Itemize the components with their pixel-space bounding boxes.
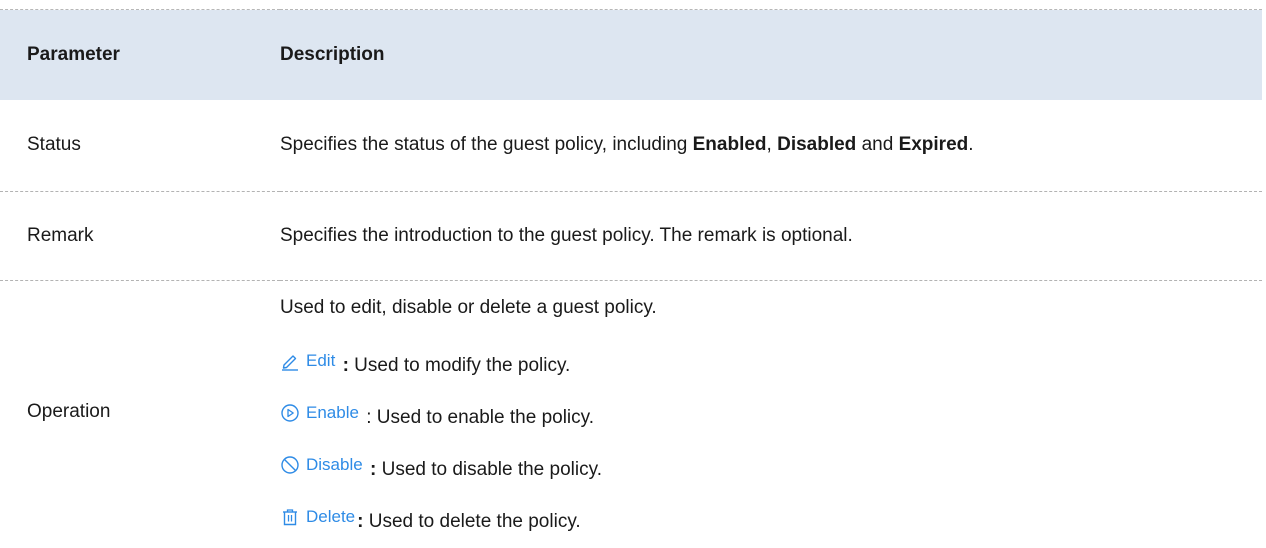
edit-text: Used to modify the policy.	[348, 355, 571, 376]
param-remark: Remark	[27, 225, 94, 246]
desc-operation: Used to edit, disable or delete a guest …	[280, 281, 1262, 544]
operation-item-enable: Enable : Used to enable the policy.	[280, 387, 1262, 439]
status-value-disabled: Disabled	[777, 134, 857, 156]
enable-text: Used to enable the policy.	[371, 407, 595, 428]
table-row: Operation Used to edit, disable or delet…	[0, 281, 1262, 544]
delete-icon	[283, 509, 297, 526]
enable-sep: :	[360, 407, 372, 428]
enable-label: Enable	[306, 403, 359, 422]
desc-status-sep2: and	[856, 134, 899, 156]
edit-action[interactable]: Edit	[280, 335, 335, 387]
desc-status: Specifies the status of the guest policy…	[280, 100, 1262, 192]
table-header-row: Parameter Description	[0, 9, 1262, 100]
desc-status-prefix: Specifies the status of the guest policy…	[280, 134, 693, 156]
table-row: Remark Specifies the introduction to the…	[0, 192, 1262, 281]
operation-item-edit: Edit : Used to modify the policy.	[280, 335, 1262, 387]
disable-text: Used to disable the policy.	[376, 459, 602, 480]
disable-sep: :	[364, 459, 377, 480]
disable-label: Disable	[306, 455, 363, 474]
delete-text: Used to delete the policy.	[363, 511, 581, 532]
parameter-table: Parameter Description Status Specifies t…	[0, 9, 1262, 543]
header-parameter: Parameter	[27, 43, 120, 65]
edit-sep: :	[337, 355, 349, 376]
disable-icon	[281, 456, 299, 474]
operation-intro: Used to edit, disable or delete a guest …	[280, 297, 657, 318]
param-operation: Operation	[27, 401, 111, 422]
enable-action[interactable]: Enable	[280, 387, 359, 439]
param-status: Status	[27, 134, 81, 156]
edit-icon	[282, 355, 298, 371]
operation-item-delete: Delete : Used to delete the policy.	[280, 491, 1262, 543]
delete-label: Delete	[306, 507, 356, 526]
table-row: Status Specifies the status of the guest…	[0, 100, 1262, 192]
disable-action[interactable]: Disable	[280, 439, 363, 491]
status-value-expired: Expired	[898, 134, 969, 156]
desc-status-suffix: .	[968, 134, 974, 156]
delete-action[interactable]: Delete	[280, 491, 355, 543]
status-value-enabled: Enabled	[692, 134, 767, 156]
operation-item-disable: Disable : Used to disable the policy.	[280, 439, 1262, 491]
enable-icon	[281, 404, 299, 422]
desc-remark: Specifies the introduction to the guest …	[280, 225, 853, 246]
desc-status-sep1: ,	[766, 134, 778, 156]
edit-label: Edit	[306, 351, 336, 370]
header-description: Description	[280, 43, 385, 65]
